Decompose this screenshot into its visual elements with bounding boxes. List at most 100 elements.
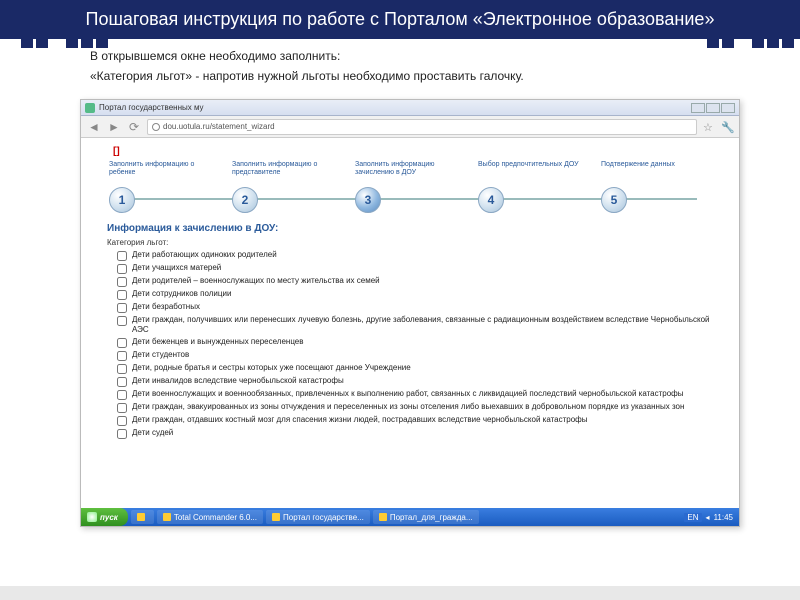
section-title: Информация к зачислению в ДОУ: [107, 223, 721, 234]
forward-icon[interactable]: ► [107, 120, 121, 134]
checkbox-row: Дети судей [117, 428, 721, 439]
close-button[interactable] [721, 103, 735, 113]
privilege-checkbox[interactable] [117, 390, 127, 400]
checkbox-list: Дети работающих одиноких родителей Дети у… [117, 250, 721, 439]
taskbar-item[interactable] [131, 510, 154, 524]
taskbar: пуск Total Commander 6.0... Портал госуда… [81, 508, 739, 526]
wizard-step-label: Выбор предпочтительных ДОУ [478, 161, 579, 183]
checkbox-row: Дети беженцев и вынужденных переселенцев [117, 337, 721, 348]
language-indicator[interactable]: EN [684, 513, 701, 522]
wizard-step-4[interactable]: Выбор предпочтительных ДОУ 4 [478, 161, 588, 213]
wizard-step-circle: 4 [478, 187, 504, 213]
privilege-checkbox[interactable] [117, 251, 127, 261]
start-label: пуск [100, 513, 118, 522]
privilege-label: Дети военнослужащих и военнообязанных, п… [132, 389, 684, 399]
privilege-checkbox[interactable] [117, 429, 127, 439]
privilege-label: Дети, родные братья и сестры которых уже… [132, 363, 411, 373]
taskbar-item[interactable]: Total Commander 6.0... [157, 510, 263, 524]
privilege-label: Дети судей [132, 428, 173, 438]
page-content: [] Заполнить информацию о ребенке1Заполн… [81, 138, 739, 447]
window-title-text: Портал государственных му [99, 103, 204, 112]
privilege-checkbox[interactable] [117, 303, 127, 313]
url-field[interactable]: dou.uotula.ru/statement_wizard [147, 119, 697, 135]
url-text: dou.uotula.ru/statement_wizard [163, 122, 275, 131]
taskbar-item[interactable]: Портал_для_гражда... [373, 510, 479, 524]
clock: 11:45 [714, 513, 733, 522]
taskbar-item-label: Портал государстве... [283, 513, 364, 522]
checkbox-row: Дети работающих одиноких родителей [117, 250, 721, 261]
privilege-label: Дети беженцев и вынужденных переселенцев [132, 337, 304, 347]
taskbar-item-icon [272, 513, 280, 521]
privilege-label: Дети родителей – военнослужащих по месту… [132, 276, 380, 286]
taskbar-item-icon [137, 513, 145, 521]
taskbar-item-label: Total Commander 6.0... [174, 513, 257, 522]
wizard-step-label: Заполнить информацию о ребенке [109, 161, 219, 183]
privilege-label: Дети учащихся матерей [132, 263, 221, 273]
tray-sep: ◂ [706, 513, 710, 522]
wizard-step-circle: 5 [601, 187, 627, 213]
checkbox-row: Дети граждан, получивших или перенесших … [117, 315, 721, 335]
browser-screenshot: Портал государственных му ◄ ► ⟳ dou.uotu… [80, 99, 740, 527]
wizard-step-1[interactable]: Заполнить информацию о ребенке 1 [109, 161, 219, 213]
checkbox-row: Дети граждан, эвакуированных из зоны отч… [117, 402, 721, 413]
privilege-checkbox[interactable] [117, 351, 127, 361]
taskbar-item[interactable]: Портал государстве... [266, 510, 370, 524]
privilege-label: Дети работающих одиноких родителей [132, 250, 277, 260]
checkbox-row: Дети, родные братья и сестры которых уже… [117, 363, 721, 374]
slide-footer [0, 586, 800, 600]
start-button[interactable]: пуск [81, 508, 128, 526]
instruction-line-2: «Категория льгот» - напротив нужной льго… [90, 69, 730, 83]
wizard-step-circle: 3 [355, 187, 381, 213]
privilege-checkbox[interactable] [117, 377, 127, 387]
privilege-checkbox[interactable] [117, 277, 127, 287]
checkbox-row: Дети граждан, отдавших костный мозг для … [117, 415, 721, 426]
checkbox-row: Дети инвалидов вследствие чернобыльской … [117, 376, 721, 387]
privilege-label: Дети граждан, отдавших костный мозг для … [132, 415, 588, 425]
category-label: Категория льгот: [107, 238, 721, 247]
taskbar-item-icon [163, 513, 171, 521]
privilege-checkbox[interactable] [117, 416, 127, 426]
privilege-checkbox[interactable] [117, 364, 127, 374]
checkbox-row: Дети сотрудников полиции [117, 289, 721, 300]
wizard-step-5[interactable]: Подтвержение данных 5 [601, 161, 711, 213]
instruction-block: В открывшемся окне необходимо заполнить:… [0, 39, 800, 95]
wizard-step-3[interactable]: Заполнить информацию зачислению в ДОУ 3 [355, 161, 465, 213]
checkbox-row: Дети родителей – военнослужащих по месту… [117, 276, 721, 287]
privilege-label: Дети студентов [132, 350, 189, 360]
checkbox-row: Дети студентов [117, 350, 721, 361]
back-icon[interactable]: ◄ [87, 120, 101, 134]
system-tray: EN ◂ 11:45 [678, 513, 739, 522]
privilege-label: Дети сотрудников полиции [132, 289, 231, 299]
privilege-label: Дети инвалидов вследствие чернобыльской … [132, 376, 344, 386]
wizard-step-label: Заполнить информацию зачислению в ДОУ [355, 161, 465, 183]
checkbox-row: Дети военнослужащих и военнообязанных, п… [117, 389, 721, 400]
privilege-checkbox[interactable] [117, 316, 127, 326]
taskbar-item-label: Портал_для_гражда... [390, 513, 473, 522]
wizard-step-circle: 1 [109, 187, 135, 213]
app-icon [85, 103, 95, 113]
privilege-checkbox[interactable] [117, 290, 127, 300]
slide-title: Пошаговая инструкция по работе с Портало… [0, 0, 800, 39]
minimize-button[interactable] [691, 103, 705, 113]
taskbar-item-icon [379, 513, 387, 521]
privilege-label: Дети граждан, получивших или перенесших … [132, 315, 721, 335]
privilege-checkbox[interactable] [117, 264, 127, 274]
wizard-step-circle: 2 [232, 187, 258, 213]
wizard-step-2[interactable]: Заполнить информацию о представителе 2 [232, 161, 342, 213]
wizard-step-label: Подтвержение данных [601, 161, 675, 183]
privilege-checkbox[interactable] [117, 338, 127, 348]
window-titlebar: Портал государственных му [81, 100, 739, 116]
privilege-label: Дети граждан, эвакуированных из зоны отч… [132, 402, 684, 412]
star-icon[interactable]: ☆ [703, 121, 715, 133]
wizard-steps: Заполнить информацию о ребенке1Заполнить… [109, 161, 711, 213]
maximize-button[interactable] [706, 103, 720, 113]
wizard-step-label: Заполнить информацию о представителе [232, 161, 342, 183]
privilege-checkbox[interactable] [117, 403, 127, 413]
reload-icon[interactable]: ⟳ [127, 120, 141, 134]
address-bar: ◄ ► ⟳ dou.uotula.ru/statement_wizard ☆ 🔧 [81, 116, 739, 138]
checkbox-row: Дети безработных [117, 302, 721, 313]
start-orb-icon [87, 512, 97, 522]
wrench-icon[interactable]: 🔧 [721, 121, 733, 133]
validation-marker: [] [113, 146, 721, 157]
checkbox-row: Дети учащихся матерей [117, 263, 721, 274]
